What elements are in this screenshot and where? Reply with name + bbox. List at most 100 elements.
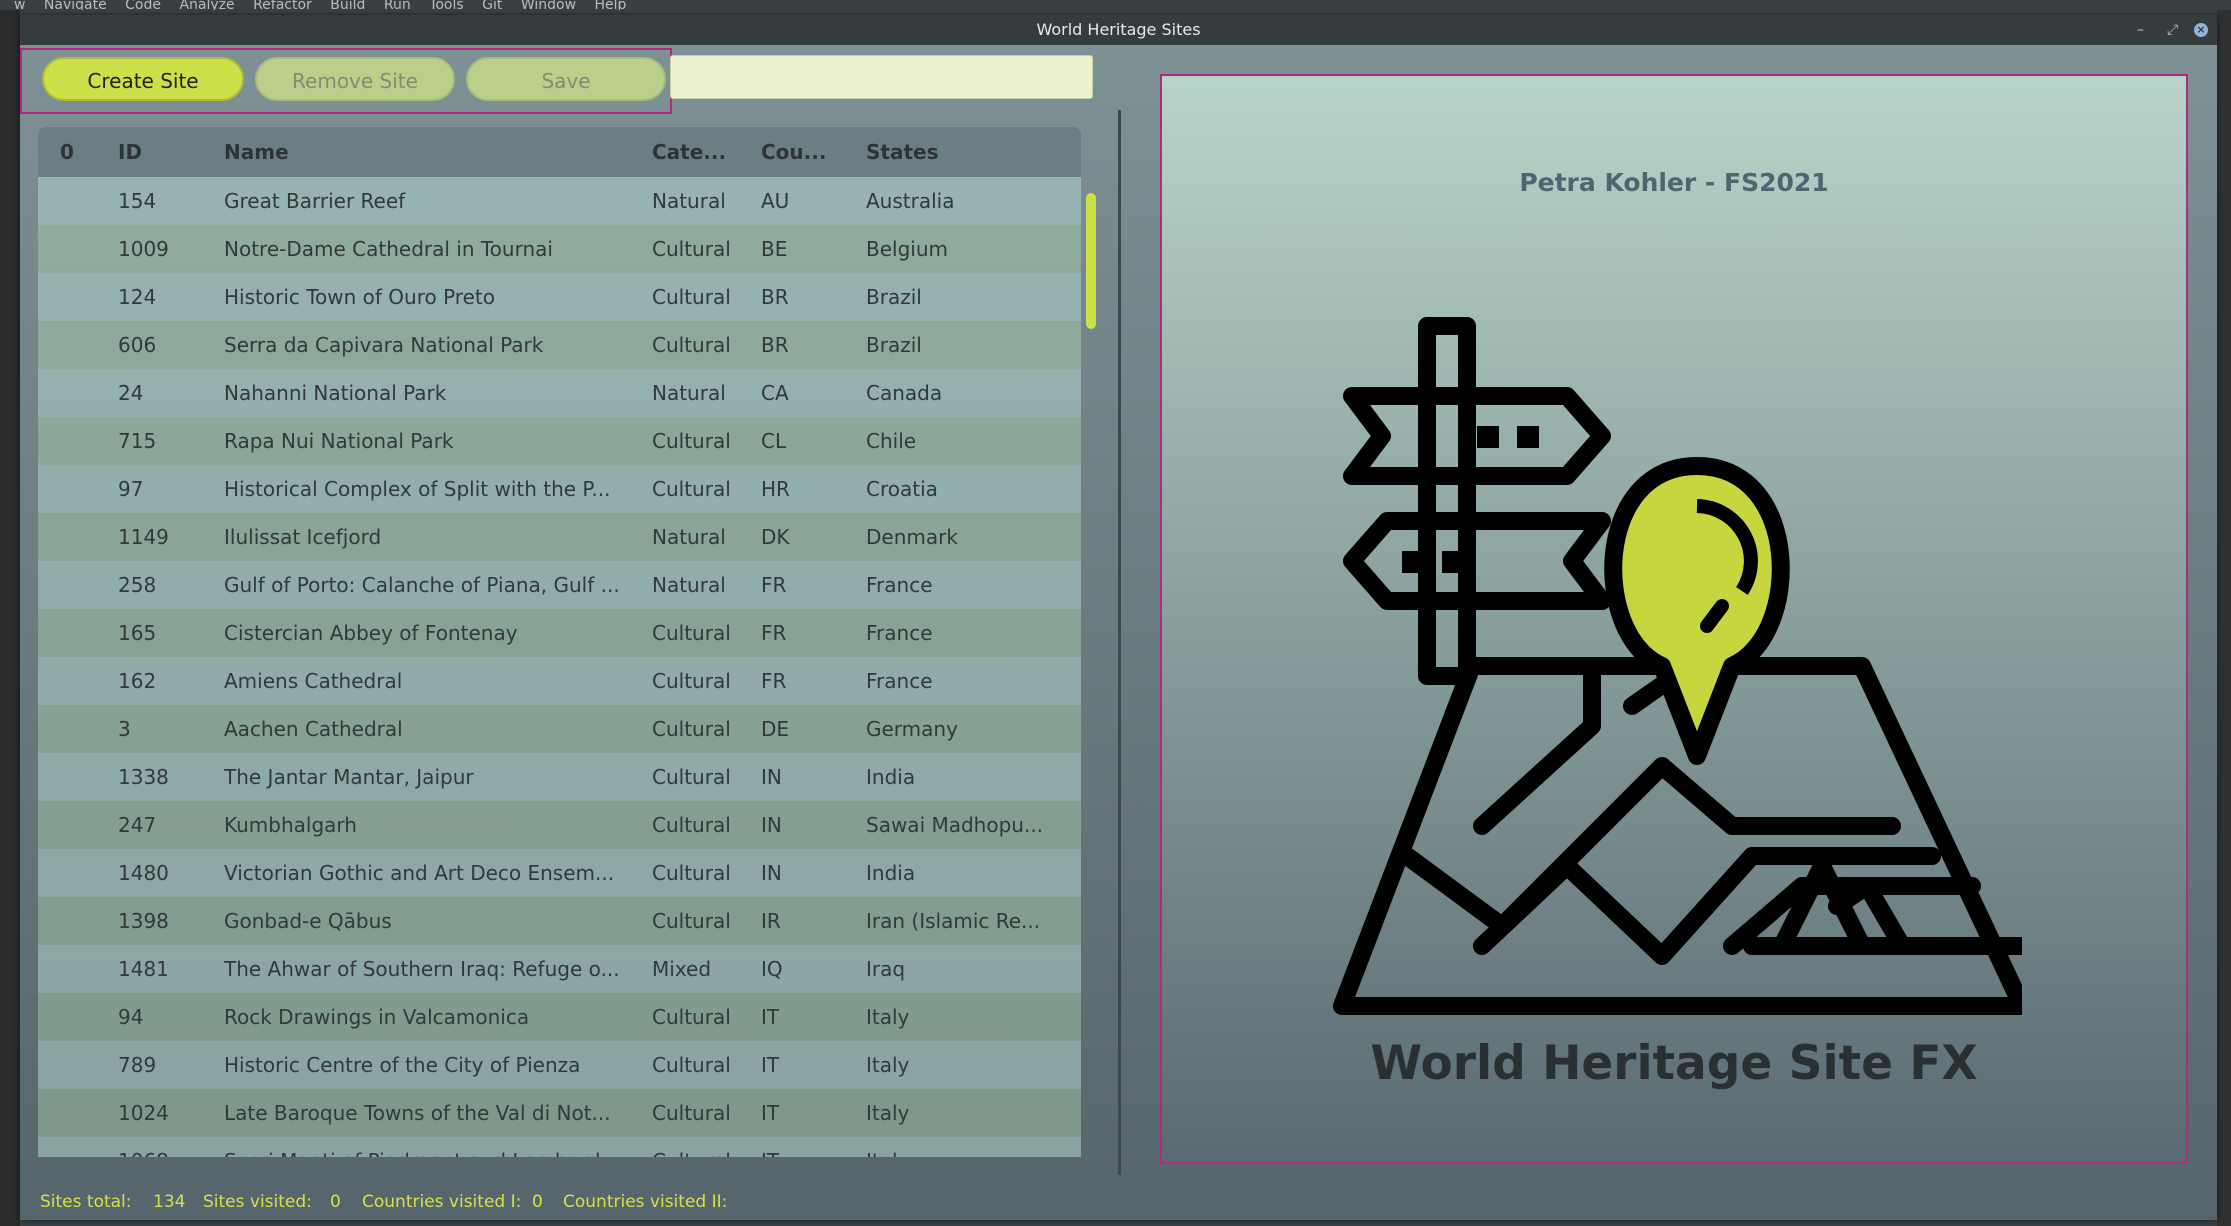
- cell-category: Cultural: [652, 1005, 731, 1029]
- cell-category: Natural: [652, 525, 726, 549]
- cell-country: FR: [761, 573, 787, 597]
- table-row[interactable]: 124 Historic Town of Ouro Preto Cultural BR…: [38, 273, 1081, 321]
- cell-states: France: [866, 669, 933, 693]
- maximize-icon[interactable]: ⤢: [2167, 15, 2178, 45]
- cell-name: The Ahwar of Southern Iraq: Refuge o...: [224, 957, 620, 981]
- cell-category: Cultural: [652, 717, 731, 741]
- cell-category: Cultural: [652, 1101, 731, 1125]
- ide-menu-item[interactable]: Analyze: [179, 0, 234, 10]
- cell-states: Denmark: [866, 525, 958, 549]
- cell-states: Croatia: [866, 477, 938, 501]
- cell-id: 165: [118, 621, 157, 645]
- countries-visited-2-label: Countries visited II:: [563, 1192, 728, 1212]
- table-row[interactable]: 97 Historical Complex of Split with the P…: [38, 465, 1081, 513]
- ide-menu-item[interactable]: Refactor: [253, 0, 312, 10]
- cell-states: India: [866, 765, 916, 789]
- cell-name: Aachen Cathedral: [224, 717, 403, 741]
- table-row[interactable]: 154 Great Barrier Reef Natural AU Australia: [38, 177, 1081, 225]
- column-header-id[interactable]: ID: [118, 127, 208, 177]
- sites-visited-value: 0: [330, 1192, 341, 1212]
- cell-country: HR: [761, 477, 790, 501]
- cell-name: Great Barrier Reef: [224, 189, 406, 213]
- cell-id: 162: [118, 669, 157, 693]
- table-scrollbar-thumb[interactable]: [1086, 193, 1096, 329]
- column-header-states[interactable]: States: [866, 127, 1066, 177]
- cell-category: Cultural: [652, 909, 731, 933]
- cell-states: Iraq: [866, 957, 906, 981]
- table-row[interactable]: 1068 Sacri Monti of Piedmont and Lombardy…: [38, 1137, 1081, 1157]
- sites-total-value: 134: [153, 1192, 186, 1212]
- ide-menu-item[interactable]: Run: [384, 0, 411, 10]
- cell-category: Natural: [652, 381, 726, 405]
- ide-left-panel: [0, 10, 20, 1226]
- create-site-button[interactable]: Create Site: [42, 57, 244, 101]
- cell-name: Nahanni National Park: [224, 381, 447, 405]
- table-row[interactable]: 606 Serra da Capivara National Park Cultur…: [38, 321, 1081, 369]
- sites-table[interactable]: 0 ID Name Cate... Cou... States 154 Great…: [38, 127, 1081, 1157]
- app-window: World Heritage Sites – ⤢ × Create Site R…: [20, 15, 2217, 1220]
- ide-menu-item[interactable]: w: [14, 0, 25, 10]
- cell-states: Brazil: [866, 333, 922, 357]
- ide-menu-item[interactable]: Tools: [429, 0, 464, 10]
- cell-country: BR: [761, 285, 789, 309]
- column-header-category[interactable]: Cate...: [652, 127, 752, 177]
- split-pane-divider[interactable]: [1118, 110, 1121, 1175]
- cell-country: IN: [761, 861, 782, 885]
- search-input[interactable]: [670, 55, 1093, 99]
- cell-category: Cultural: [652, 861, 731, 885]
- cell-id: 789: [118, 1053, 157, 1077]
- remove-site-button[interactable]: Remove Site: [255, 57, 455, 101]
- column-header-country[interactable]: Cou...: [761, 127, 829, 177]
- column-header-counter[interactable]: 0: [60, 127, 100, 177]
- cell-states: Brazil: [866, 285, 922, 309]
- cell-id: 1481: [118, 957, 169, 981]
- cell-category: Cultural: [652, 237, 731, 261]
- cell-id: 94: [118, 1005, 144, 1029]
- table-header: 0 ID Name Cate... Cou... States: [38, 127, 1081, 177]
- close-icon[interactable]: ×: [2194, 23, 2208, 37]
- ide-menu-item[interactable]: Navigate: [44, 0, 107, 10]
- ide-menu-item[interactable]: Code: [125, 0, 161, 10]
- ide-menu-item[interactable]: Help: [594, 0, 626, 10]
- table-scrollbar[interactable]: [1084, 193, 1098, 1143]
- table-row[interactable]: 1024 Late Baroque Towns of the Val di Not…: [38, 1089, 1081, 1137]
- ide-menu-item[interactable]: Git: [482, 0, 502, 10]
- table-row[interactable]: 1149 Ilulissat Icefjord Natural DK Denmark: [38, 513, 1081, 561]
- cell-states: Germany: [866, 717, 958, 741]
- cell-category: Cultural: [652, 669, 731, 693]
- column-header-name[interactable]: Name: [224, 127, 629, 177]
- table-row[interactable]: 715 Rapa Nui National Park Cultural CL Chile: [38, 417, 1081, 465]
- ide-menu-item[interactable]: Window: [521, 0, 576, 10]
- table-row[interactable]: 3 Aachen Cathedral Cultural DE Germany: [38, 705, 1081, 753]
- about-panel: Petra Kohler - FS2021 World Heritage Sit…: [1160, 74, 2188, 1164]
- table-row[interactable]: 24 Nahanni National Park Natural CA Canada: [38, 369, 1081, 417]
- table-row[interactable]: 1398 Gonbad-e Qābus Cultural IR Iran (Islami…: [38, 897, 1081, 945]
- table-row[interactable]: 1338 The Jantar Mantar, Jaipur Cultural IN I…: [38, 753, 1081, 801]
- cell-name: Late Baroque Towns of the Val di Not...: [224, 1101, 611, 1125]
- cell-name: Serra da Capivara National Park: [224, 333, 544, 357]
- cell-category: Cultural: [652, 285, 731, 309]
- ide-menu-item[interactable]: Build: [330, 0, 365, 10]
- table-row[interactable]: 1480 Victorian Gothic and Art Deco Ensem.…: [38, 849, 1081, 897]
- cell-states: France: [866, 573, 933, 597]
- cell-country: DK: [761, 525, 790, 549]
- cell-name: The Jantar Mantar, Jaipur: [224, 765, 474, 789]
- cell-name: Rock Drawings in Valcamonica: [224, 1005, 530, 1029]
- sites-total-label: Sites total:: [40, 1192, 132, 1212]
- table-row[interactable]: 1009 Notre-Dame Cathedral in Tournai Cultu…: [38, 225, 1081, 273]
- table-row[interactable]: 258 Gulf of Porto: Calanche of Piana, Gul…: [38, 561, 1081, 609]
- table-body: 154 Great Barrier Reef Natural AU Australia 1…: [38, 177, 1081, 1157]
- table-row[interactable]: 789 Historic Centre of the City of Pienza…: [38, 1041, 1081, 1089]
- table-row[interactable]: 165 Cistercian Abbey of Fontenay Cultural F…: [38, 609, 1081, 657]
- minimize-icon[interactable]: –: [2137, 15, 2144, 45]
- cell-states: Belgium: [866, 237, 948, 261]
- save-button[interactable]: Save: [466, 57, 666, 101]
- table-row[interactable]: 1481 The Ahwar of Southern Iraq: Refuge o…: [38, 945, 1081, 993]
- cell-country: IN: [761, 813, 782, 837]
- window-titlebar[interactable]: World Heritage Sites – ⤢ ×: [20, 15, 2217, 45]
- table-row[interactable]: 162 Amiens Cathedral Cultural FR France: [38, 657, 1081, 705]
- table-row[interactable]: 94 Rock Drawings in Valcamonica Cultural IT…: [38, 993, 1081, 1041]
- countries-visited-1-label: Countries visited I:: [362, 1192, 522, 1212]
- cell-name: Ilulissat Icefjord: [224, 525, 382, 549]
- table-row[interactable]: 247 Kumbhalgarh Cultural IN Sawai Madhopu.…: [38, 801, 1081, 849]
